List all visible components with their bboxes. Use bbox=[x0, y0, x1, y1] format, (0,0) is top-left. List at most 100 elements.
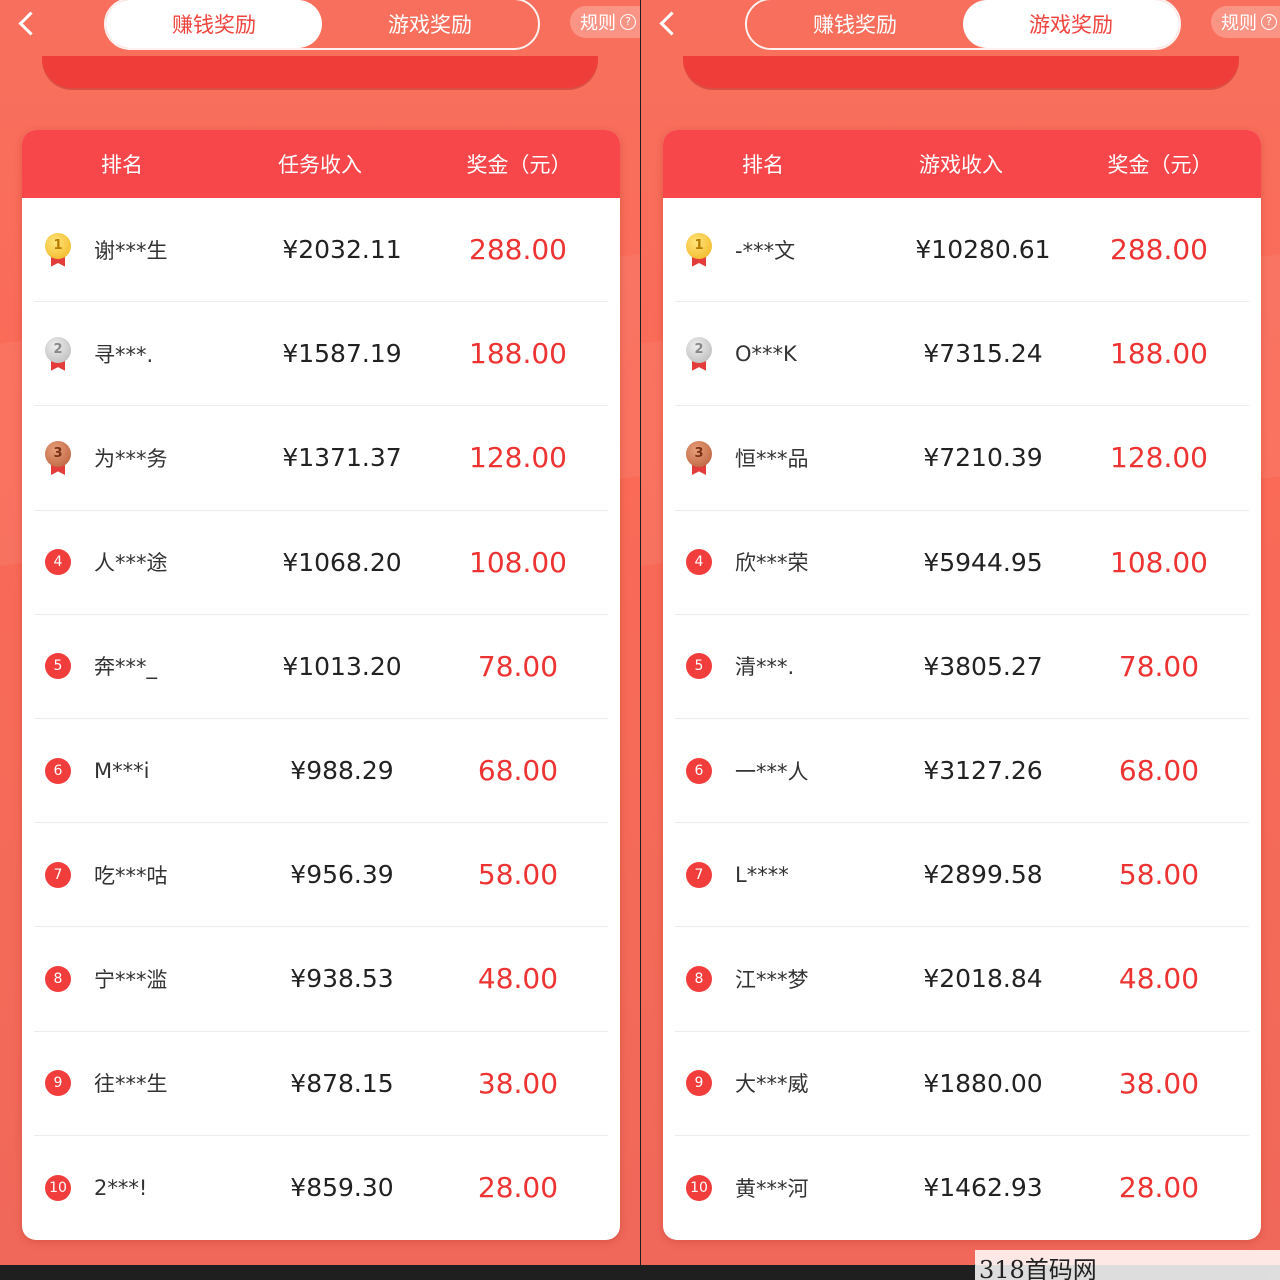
header-income: 任务收入 bbox=[278, 153, 362, 177]
income-value: ¥1587.19 bbox=[282, 339, 402, 369]
prize-value: 58.00 bbox=[1118, 858, 1200, 892]
income-value: ¥7210.39 bbox=[923, 443, 1043, 473]
user-name: 清***. bbox=[735, 655, 795, 680]
rank-badge: 9 bbox=[675, 1070, 723, 1097]
reward-tabs: 赚钱奖励 游戏奖励 bbox=[745, 0, 1181, 50]
rank-badge: 5 bbox=[34, 653, 82, 680]
table-row: 9 往***生 ¥878.15 38.00 bbox=[34, 1032, 608, 1136]
rank-number-badge: 7 bbox=[686, 861, 712, 888]
user-name: 恒***品 bbox=[735, 446, 809, 471]
rank-number-badge: 4 bbox=[686, 549, 712, 576]
rules-button[interactable]: 规则 ? bbox=[1211, 6, 1280, 38]
leaderboard-rows: 1 -***文 ¥10280.61 288.00 2 O***K ¥7315.24 188.0… bbox=[663, 198, 1261, 1240]
table-row: 10 2***! ¥859.30 28.00 bbox=[34, 1136, 608, 1240]
left-panel: 赚钱奖励 游戏奖励 规则 ? 排名 任务收入 奖金（元） 1 谢***生 ¥2032… bbox=[0, 0, 640, 1265]
gold-medal-icon: 1 bbox=[686, 232, 712, 267]
back-arrow-icon[interactable] bbox=[14, 10, 42, 38]
prize-value: 38.00 bbox=[477, 1066, 559, 1100]
prize-value: 48.00 bbox=[1118, 962, 1200, 996]
rank-badge: 3 bbox=[34, 440, 82, 475]
rank-badge: 4 bbox=[675, 549, 723, 576]
user-name: 谢***生 bbox=[94, 238, 168, 263]
income-value: ¥3127.26 bbox=[923, 756, 1043, 786]
rank-badge: 4 bbox=[34, 549, 82, 576]
user-name: O***K bbox=[735, 341, 797, 366]
leaderboard-card: 排名 游戏收入 奖金（元） 1 -***文 ¥10280.61 288.00 2 O***… bbox=[663, 130, 1261, 1240]
prize-value: 48.00 bbox=[477, 962, 559, 996]
tab-earn-rewards[interactable]: 赚钱奖励 bbox=[106, 0, 322, 48]
rank-badge: 1 bbox=[34, 232, 82, 267]
banner-edge bbox=[683, 56, 1239, 88]
income-value: ¥2032.11 bbox=[282, 235, 402, 265]
leaderboard-header: 排名 游戏收入 奖金（元） bbox=[663, 130, 1261, 198]
banner-edge bbox=[42, 56, 598, 88]
user-name: 黄***河 bbox=[735, 1176, 809, 1201]
rank-badge: 8 bbox=[34, 965, 82, 992]
prize-value: 58.00 bbox=[477, 858, 559, 892]
income-value: ¥1880.00 bbox=[923, 1068, 1043, 1098]
rank-badge: 10 bbox=[34, 1174, 82, 1201]
rank-badge: 6 bbox=[34, 757, 82, 784]
watermark-text: 318首码网 www.E318.com bbox=[975, 1250, 1280, 1280]
header-prize: 奖金（元） bbox=[1107, 153, 1213, 177]
rank-badge: 1 bbox=[675, 232, 723, 267]
table-row: 2 寻***. ¥1587.19 188.00 bbox=[34, 302, 608, 407]
rank-number-badge: 4 bbox=[45, 549, 71, 576]
user-name: 江***梦 bbox=[735, 967, 809, 992]
user-name: 大***威 bbox=[735, 1072, 809, 1097]
rank-number-badge: 10 bbox=[45, 1174, 71, 1201]
leaderboard-rows: 1 谢***生 ¥2032.11 288.00 2 寻***. ¥1587.19 188.00… bbox=[22, 198, 620, 1240]
income-value: ¥2018.84 bbox=[923, 964, 1043, 994]
prize-value: 288.00 bbox=[469, 233, 567, 267]
table-row: 8 江***梦 ¥2018.84 48.00 bbox=[675, 927, 1249, 1032]
table-row: 2 O***K ¥7315.24 188.00 bbox=[675, 302, 1249, 407]
rank-badge: 3 bbox=[675, 440, 723, 475]
rank-number-badge: 7 bbox=[45, 861, 71, 888]
rank-number-badge: 5 bbox=[686, 653, 712, 680]
income-value: ¥988.29 bbox=[290, 756, 394, 786]
gold-medal-icon: 1 bbox=[45, 232, 71, 267]
prize-value: 68.00 bbox=[1118, 754, 1200, 788]
rank-number-badge: 6 bbox=[45, 757, 71, 784]
table-row: 3 恒***品 ¥7210.39 128.00 bbox=[675, 406, 1249, 511]
user-name: 往***生 bbox=[94, 1072, 168, 1097]
user-name: 2***! bbox=[94, 1175, 148, 1200]
tab-earn-rewards[interactable]: 赚钱奖励 bbox=[747, 0, 963, 48]
prize-value: 78.00 bbox=[477, 649, 559, 683]
user-name: 寻***. bbox=[94, 342, 154, 367]
prize-value: 128.00 bbox=[469, 441, 567, 475]
rank-badge: 2 bbox=[675, 336, 723, 371]
rank-badge: 9 bbox=[34, 1070, 82, 1097]
header-prize: 奖金（元） bbox=[466, 153, 572, 177]
tab-game-rewards[interactable]: 游戏奖励 bbox=[322, 0, 538, 48]
user-name: 一***人 bbox=[735, 759, 809, 784]
rank-number-badge: 10 bbox=[686, 1174, 712, 1201]
header-rank: 排名 bbox=[742, 153, 784, 177]
rank-badge: 10 bbox=[675, 1174, 723, 1201]
table-row: 5 清***. ¥3805.27 78.00 bbox=[675, 615, 1249, 719]
user-name: L**** bbox=[735, 862, 789, 887]
user-name: 吃***咕 bbox=[94, 863, 168, 888]
table-row: 4 欣***荣 ¥5944.95 108.00 bbox=[675, 511, 1249, 615]
user-name: 宁***滥 bbox=[94, 967, 168, 992]
table-row: 4 人***途 ¥1068.20 108.00 bbox=[34, 511, 608, 615]
table-row: 3 为***务 ¥1371.37 128.00 bbox=[34, 406, 608, 511]
income-value: ¥1068.20 bbox=[282, 547, 402, 577]
back-arrow-icon[interactable] bbox=[655, 10, 683, 38]
income-value: ¥10280.61 bbox=[915, 235, 1051, 265]
rank-number-badge: 9 bbox=[45, 1070, 71, 1097]
prize-value: 28.00 bbox=[477, 1171, 559, 1205]
user-name: 人***途 bbox=[94, 551, 168, 576]
rank-badge: 8 bbox=[675, 965, 723, 992]
prize-value: 68.00 bbox=[477, 754, 559, 788]
tab-game-rewards[interactable]: 游戏奖励 bbox=[963, 0, 1179, 48]
table-row: 10 黄***河 ¥1462.93 28.00 bbox=[675, 1136, 1249, 1240]
rank-number-badge: 9 bbox=[686, 1070, 712, 1097]
table-row: 1 -***文 ¥10280.61 288.00 bbox=[675, 198, 1249, 303]
leaderboard-card: 排名 任务收入 奖金（元） 1 谢***生 ¥2032.11 288.00 2 寻***.… bbox=[22, 130, 620, 1240]
user-name: M***i bbox=[94, 758, 150, 783]
leaderboard-header: 排名 任务收入 奖金（元） bbox=[22, 130, 620, 198]
prize-value: 28.00 bbox=[1118, 1171, 1200, 1205]
income-value: ¥1371.37 bbox=[282, 443, 402, 473]
rules-button[interactable]: 规则 ? bbox=[570, 6, 640, 38]
